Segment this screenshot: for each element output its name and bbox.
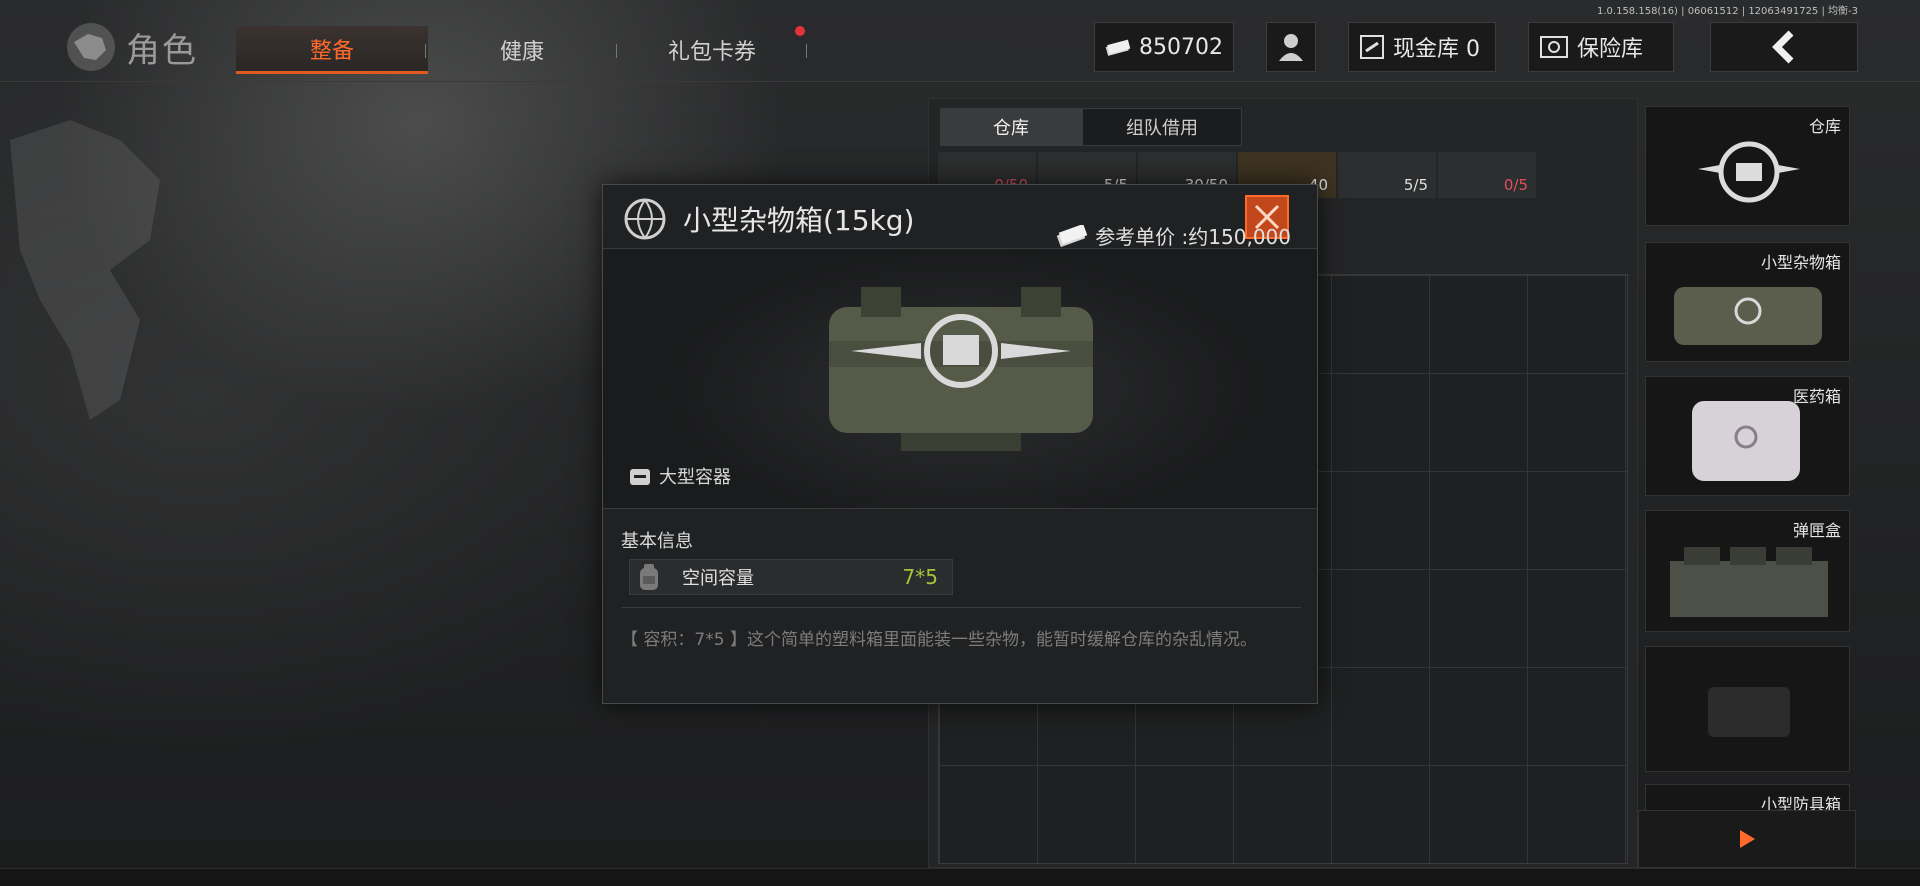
globe-icon bbox=[624, 198, 666, 240]
tab-health[interactable]: 健康 bbox=[430, 26, 614, 74]
sidebar-item-warehouse[interactable]: 仓库 bbox=[1645, 106, 1850, 226]
bottom-bar bbox=[0, 868, 1920, 886]
sidebar-item-medical-box[interactable]: 医药箱 bbox=[1645, 376, 1850, 496]
item-slot[interactable]: 5/5 bbox=[1338, 152, 1436, 198]
small-box-icon bbox=[1674, 287, 1822, 345]
play-arrow-icon bbox=[1740, 830, 1755, 848]
divider bbox=[621, 607, 1301, 608]
attribute-value: 7*5 bbox=[902, 565, 938, 589]
item-description: 【 容积：7*5 】这个简单的塑料箱里面能装一些杂物，能暂时缓解仓库的杂乱情况。 bbox=[621, 630, 1257, 650]
tab-equipment[interactable]: 整备 bbox=[236, 26, 428, 74]
cash-icon bbox=[1056, 224, 1088, 247]
attribute-row: 空间容量 7*5 bbox=[629, 559, 953, 595]
warehouse-tabs: 仓库 组队借用 bbox=[940, 108, 1242, 146]
safe-label: 保险库 bbox=[1577, 37, 1644, 62]
currency-amount: 850702 bbox=[1139, 34, 1223, 60]
reference-price: 参考单价 :约150,000 bbox=[1055, 221, 1291, 250]
warehouse-emblem-icon bbox=[1698, 141, 1800, 203]
item-detail-dialog: 小型杂物箱(15kg) 参考单价 :约150,000 大型容器 基本信息 空间容… bbox=[602, 184, 1318, 704]
soldier-icon bbox=[1279, 34, 1303, 61]
tab-divider bbox=[806, 44, 807, 58]
price-text: 参考单价 :约150,000 bbox=[1095, 225, 1291, 249]
brand: 角色 bbox=[62, 18, 198, 76]
sidebar-item-small-box[interactable]: 小型杂物箱 bbox=[1645, 242, 1850, 362]
currency-display: 850702 bbox=[1094, 22, 1234, 72]
container-icon bbox=[630, 469, 650, 485]
page-title: 角色 bbox=[126, 30, 198, 71]
sidebar-next-button[interactable] bbox=[1638, 810, 1856, 868]
safe-icon bbox=[1540, 36, 1568, 58]
back-arrow-icon bbox=[1772, 30, 1794, 64]
sidebar-item-locked[interactable] bbox=[1645, 646, 1850, 772]
cash-vault-button[interactable]: 现金库 0 bbox=[1348, 22, 1496, 72]
tab-warehouse[interactable]: 仓库 bbox=[940, 108, 1082, 146]
back-button[interactable] bbox=[1710, 22, 1858, 72]
tab-divider bbox=[616, 44, 617, 58]
container-type: 大型容器 bbox=[629, 463, 731, 489]
avatar-button[interactable] bbox=[1266, 22, 1316, 72]
cash-vault-label: 现金库 0 bbox=[1393, 37, 1480, 62]
top-bar: 角色 整备 健康 礼包卡券 850702 现金库 0 保险库 bbox=[0, 0, 1920, 82]
tab-divider bbox=[425, 44, 426, 58]
dialog-title: 小型杂物箱(15kg) bbox=[683, 204, 915, 237]
tab-gift-cards[interactable]: 礼包卡券 bbox=[620, 26, 804, 74]
medical-box-icon bbox=[1692, 401, 1800, 481]
notification-dot bbox=[795, 26, 805, 36]
backpack-icon bbox=[640, 564, 658, 590]
safe-button[interactable]: 保险库 bbox=[1528, 22, 1674, 72]
section-basic-info: 基本信息 bbox=[621, 531, 693, 552]
world-map-decoration bbox=[10, 120, 160, 420]
tab-team-borrow[interactable]: 组队借用 bbox=[1082, 108, 1242, 146]
globe-icon bbox=[67, 23, 115, 71]
cash-icon bbox=[1105, 39, 1131, 56]
item-slot[interactable]: 0/5 bbox=[1438, 152, 1536, 198]
sidebar-item-magazine-box[interactable]: 弹匣盒 bbox=[1645, 510, 1850, 632]
magazine-box-icon bbox=[1670, 547, 1828, 617]
attribute-label: 空间容量 bbox=[682, 568, 754, 589]
box-silhouette-icon bbox=[1708, 687, 1790, 737]
small-box-image bbox=[829, 287, 1093, 451]
cash-vault-icon bbox=[1360, 35, 1384, 59]
